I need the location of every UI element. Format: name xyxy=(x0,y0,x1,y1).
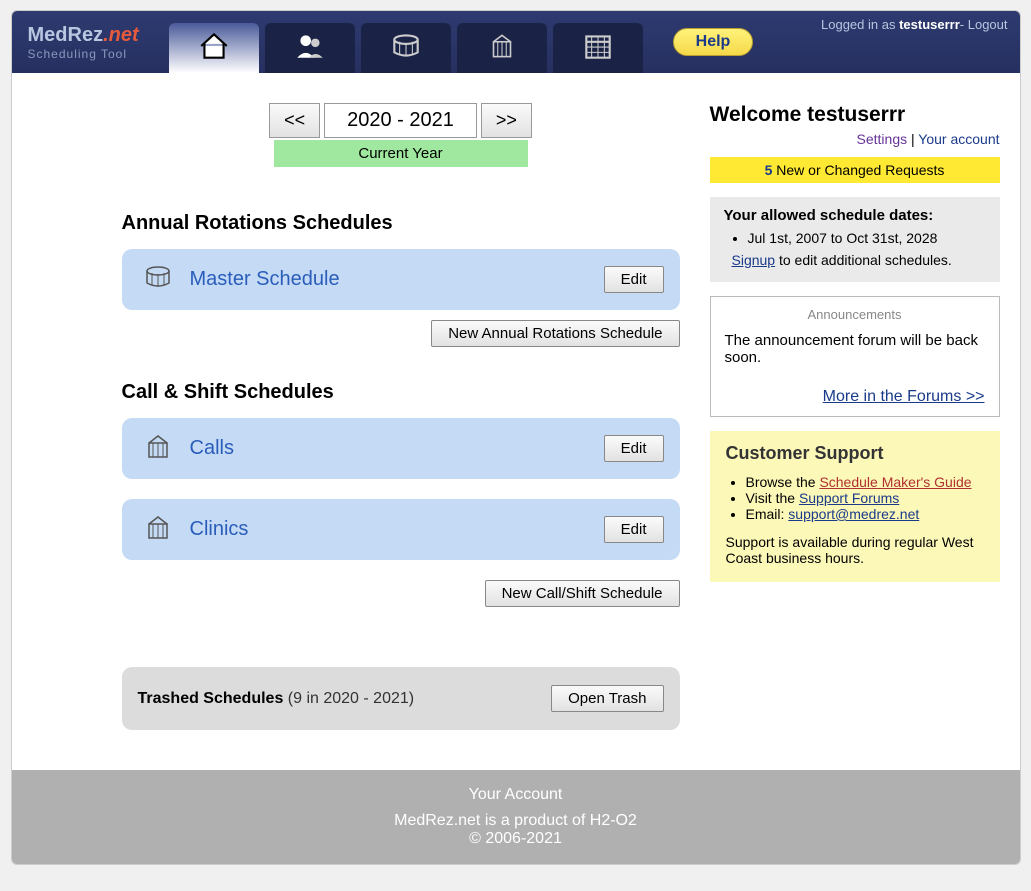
edit-button[interactable]: Edit xyxy=(604,266,664,293)
footer: Your Account MedRez.net is a product of … xyxy=(12,770,1020,864)
people-icon xyxy=(293,29,327,68)
support-hours: Support is available during regular West… xyxy=(726,534,984,566)
date-range: Jul 1st, 2007 to Oct 31st, 2028 xyxy=(748,230,986,246)
nav-shift[interactable] xyxy=(457,23,547,73)
schedule-link[interactable]: Clinics xyxy=(190,518,604,541)
edit-button[interactable]: Edit xyxy=(604,435,664,462)
schedule-link[interactable]: Calls xyxy=(190,437,604,460)
block-icon xyxy=(389,29,423,68)
year-next-button[interactable]: >> xyxy=(481,103,532,138)
schedule-link[interactable]: Master Schedule xyxy=(190,268,604,291)
top-nav: MedRez.net Scheduling Tool Help Logged i… xyxy=(12,11,1020,73)
support-box: Customer Support Browse the Schedule Mak… xyxy=(710,431,1000,582)
account-links: Settings | Your account xyxy=(710,131,1000,147)
new-callshift-button[interactable]: New Call/Shift Schedule xyxy=(485,580,680,607)
open-trash-button[interactable]: Open Trash xyxy=(551,685,663,712)
home-icon xyxy=(197,29,231,68)
shift-icon xyxy=(138,430,178,467)
forums-more-link[interactable]: More in the Forums >> xyxy=(823,388,985,405)
new-annual-button[interactable]: New Annual Rotations Schedule xyxy=(431,320,679,347)
nav-people[interactable] xyxy=(265,23,355,73)
announcements-box: Announcements The announcement forum wil… xyxy=(710,296,1000,417)
nav-block[interactable] xyxy=(361,23,451,73)
year-range: 2020 - 2021 xyxy=(324,103,477,138)
edit-button[interactable]: Edit xyxy=(604,516,664,543)
calls-section-title: Call & Shift Schedules xyxy=(122,381,680,404)
calendar-icon xyxy=(581,29,615,68)
login-info: Logged in as testuserrr- Logout xyxy=(821,17,1008,32)
support-forums-link[interactable]: Support Forums xyxy=(799,490,899,506)
schedule-card: Clinics Edit xyxy=(122,499,680,560)
signup-link[interactable]: Signup xyxy=(732,252,776,268)
block-icon xyxy=(138,261,178,298)
guide-link[interactable]: Schedule Maker's Guide xyxy=(819,474,971,490)
current-year-badge: Current Year xyxy=(274,140,528,167)
year-selector: << 2020 - 2021 >> xyxy=(122,103,680,138)
trash-box: Trashed Schedules (9 in 2020 - 2021) Ope… xyxy=(122,667,680,730)
your-account-link[interactable]: Your account xyxy=(918,131,999,147)
welcome-heading: Welcome testuserrr xyxy=(710,103,1000,127)
nav-home[interactable] xyxy=(169,23,259,73)
logo: MedRez.net Scheduling Tool xyxy=(22,24,139,61)
year-prev-button[interactable]: << xyxy=(269,103,320,138)
shift-icon xyxy=(138,511,178,548)
schedule-card: Calls Edit xyxy=(122,418,680,479)
announcement-body: The announcement forum will be back soon… xyxy=(725,332,985,366)
help-button[interactable]: Help xyxy=(673,28,754,56)
logout-link[interactable]: Logout xyxy=(968,17,1008,32)
support-email-link[interactable]: support@medrez.net xyxy=(788,506,919,522)
allowed-dates-box: Your allowed schedule dates: Jul 1st, 20… xyxy=(710,197,1000,282)
annual-section-title: Annual Rotations Schedules xyxy=(122,212,680,235)
schedule-card: Master Schedule Edit xyxy=(122,249,680,310)
shift-icon xyxy=(485,29,519,68)
nav-calendar[interactable] xyxy=(553,23,643,73)
footer-account-link[interactable]: Your Account xyxy=(469,786,563,803)
requests-banner[interactable]: 5 New or Changed Requests xyxy=(710,157,1000,183)
settings-link[interactable]: Settings xyxy=(857,131,908,147)
